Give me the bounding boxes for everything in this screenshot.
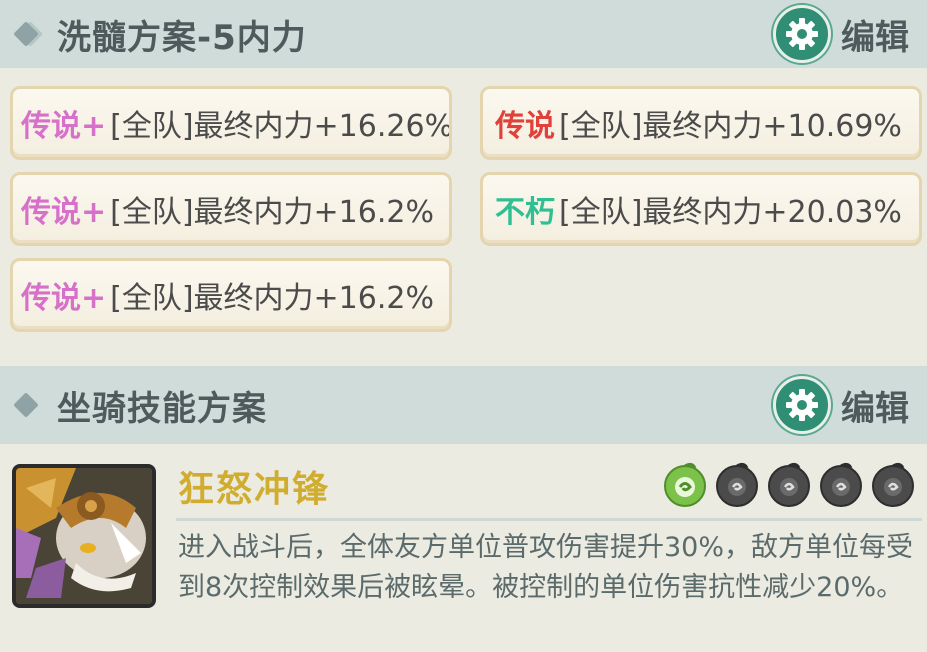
refine-item[interactable]: 传说+ [全队]最终内力+16.2% <box>10 172 452 246</box>
edit-label: 编辑 <box>841 17 909 58</box>
skill-level-indicator <box>662 462 916 508</box>
diamond-icon <box>13 392 39 418</box>
stat-text: [全队]最终内力+10.69% <box>559 109 902 144</box>
gray-swirl-icon <box>768 462 810 507</box>
refine-item[interactable]: 传说+ [全队]最终内力+16.2% <box>10 258 452 332</box>
tier-label: 不朽 <box>495 195 555 230</box>
stat-text: [全队]最终内力+16.2% <box>110 195 434 230</box>
skill-description: 进入战斗后，全体友方单位普攻伤害提升30%，敌方单位每受到8次控制效果后被眩晕。… <box>178 532 914 603</box>
stat-text: [全队]最终内力+16.2% <box>110 281 434 316</box>
gray-swirl-icon <box>872 462 914 507</box>
tier-label: 传说 <box>495 109 555 144</box>
refine-title: 洗髓方案-5内力 <box>57 17 307 58</box>
refine-edit-button[interactable]: 编辑 <box>773 5 909 63</box>
refine-item[interactable]: 传说 [全队]最终内力+10.69% <box>480 86 922 160</box>
divider <box>176 518 922 521</box>
mount-skill-panel: 狂怒冲锋 进入战斗后，全体友方单位普攻伤害提升30%，敌方单位每受到8次控制效果… <box>0 444 927 652</box>
mount-header: 坐骑技能方案 编辑 <box>0 366 927 444</box>
diamond-icon <box>13 21 39 47</box>
stat-text: [全队]最终内力+16.26% <box>110 109 452 144</box>
refine-item[interactable]: 不朽 [全队]最终内力+20.03% <box>480 172 922 246</box>
gray-swirl-icon <box>716 462 758 507</box>
mount-edit-button[interactable]: 编辑 <box>773 376 909 434</box>
gear-icon <box>773 5 831 63</box>
tier-label: 传说+ <box>21 109 107 144</box>
gray-swirl-icon <box>820 462 862 507</box>
mount-portrait[interactable] <box>12 464 156 608</box>
gear-icon <box>773 376 831 434</box>
skill-name: 狂怒冲锋 <box>178 469 331 510</box>
green-swirl-icon <box>664 462 706 507</box>
mount-title: 坐骑技能方案 <box>57 388 267 429</box>
tier-label: 传说+ <box>21 281 107 316</box>
tier-label: 传说+ <box>21 195 107 230</box>
edit-label: 编辑 <box>841 388 909 429</box>
refine-item[interactable]: 传说+ [全队]最终内力+16.26% <box>10 86 452 160</box>
refine-header: 洗髓方案-5内力 编辑 <box>0 0 927 68</box>
stat-text: [全队]最终内力+20.03% <box>559 195 902 230</box>
